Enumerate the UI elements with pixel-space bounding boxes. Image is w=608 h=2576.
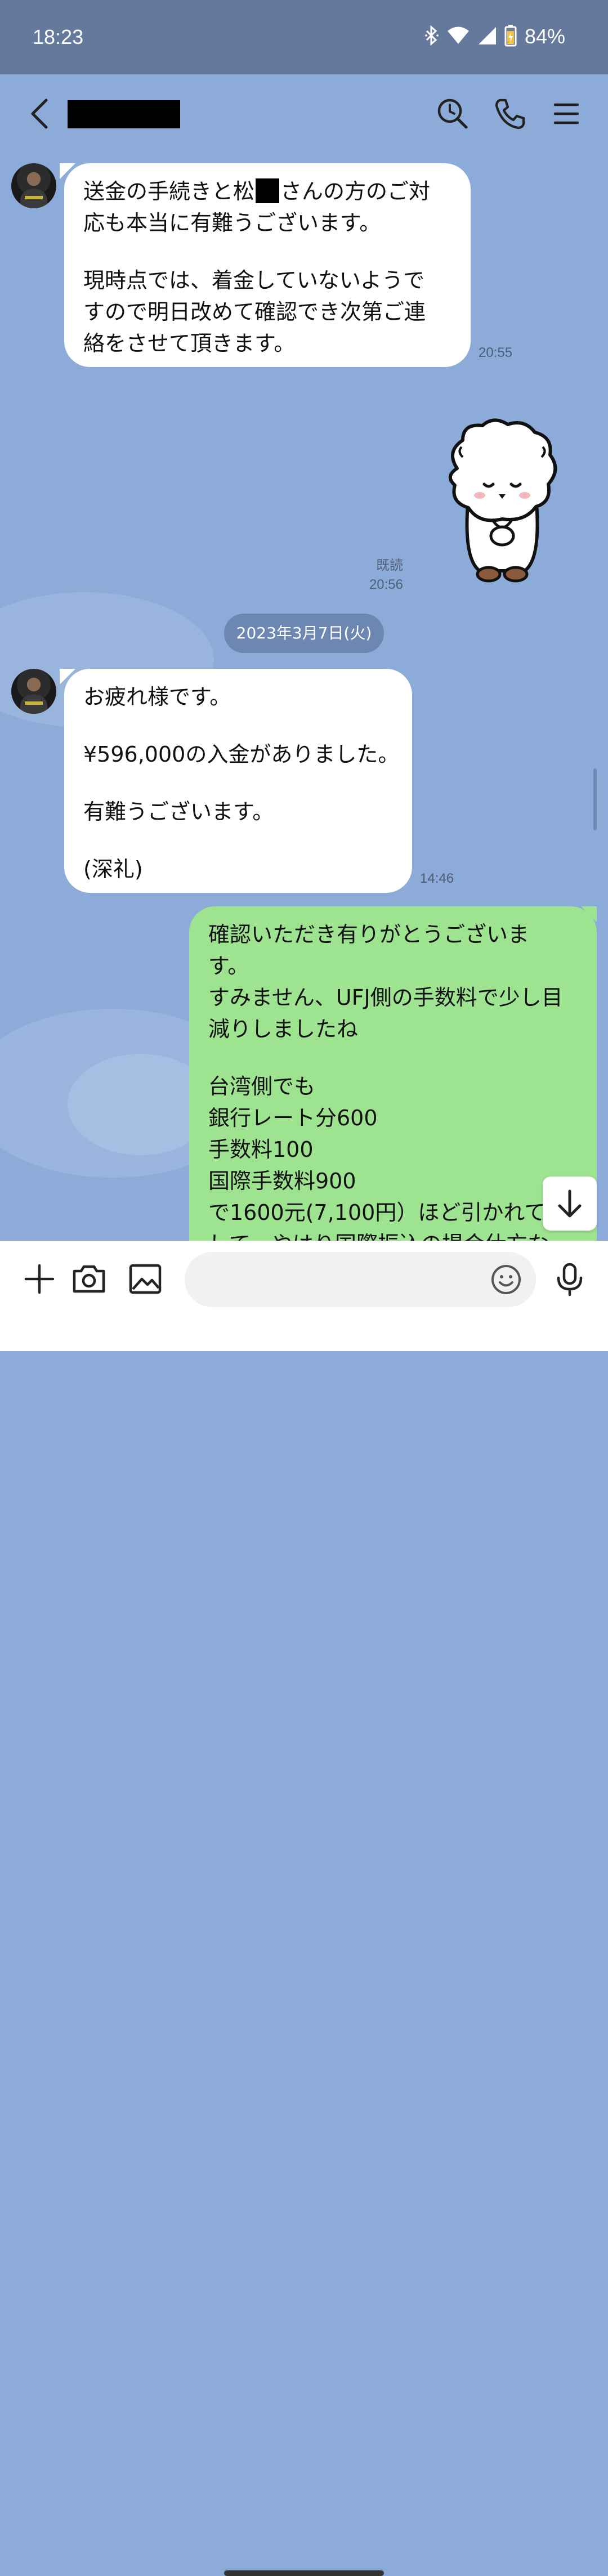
message-line: 手数料100 <box>208 1137 314 1162</box>
camera-icon <box>73 1265 105 1293</box>
sender-avatar[interactable] <box>11 163 56 208</box>
wifi-icon <box>447 26 470 47</box>
call-button[interactable] <box>492 96 528 132</box>
message-line: 台湾側でも <box>208 1074 316 1099</box>
date-separator: 2023年3月7日(火) <box>224 614 384 653</box>
scroll-to-bottom-button[interactable] <box>543 1177 597 1231</box>
message-bubble-incoming[interactable]: お疲れ様です。 ¥596,000の入金がありました。 有難うございます。 (深礼… <box>64 669 412 893</box>
message-line: 確認いただき有りがとうございま <box>208 922 530 947</box>
chat-header <box>0 74 608 153</box>
battery-percent: 84% <box>524 25 565 48</box>
search-icon <box>437 99 468 129</box>
message-line: すので明日改めて確認でき次第ご連 <box>83 299 426 324</box>
message-time: 20:56 <box>369 577 403 592</box>
emoji-icon <box>491 1265 521 1294</box>
message-line: して、やはり国際振込の場合仕方な <box>208 1228 578 1241</box>
message-input-bar <box>0 1241 608 2576</box>
camera-button[interactable] <box>71 1261 107 1297</box>
message-line: す。 <box>208 954 249 978</box>
message-line: すみません、UFJ側の手数料で少し目 <box>208 985 563 1010</box>
message-bubble-outgoing[interactable]: 確認いただき有りがとうございま す。 すみません、UFJ側の手数料で少し目 減り… <box>189 906 597 1241</box>
back-button[interactable] <box>25 97 59 131</box>
bowing-sheep-sticker[interactable] <box>440 418 564 587</box>
chat-area[interactable]: 送金の手続きと松 さんの方のご対 応も本当に有難うございます。 現時点では、着金し… <box>0 153 608 1241</box>
message-line: 銀行レート分600 <box>208 1106 378 1130</box>
read-label: 既読 <box>376 558 403 573</box>
bluetooth-icon <box>424 25 439 48</box>
menu-icon <box>553 103 579 124</box>
status-bar: 18:23 84% <box>0 0 608 74</box>
message-line: 絡をさせて頂きます。 <box>83 331 296 356</box>
phone-icon <box>495 99 525 129</box>
contact-name-redacted <box>68 100 180 128</box>
message-line: で1600元(7,100円）ほど引かれてま <box>208 1200 566 1225</box>
message-line: ¥596,000の入金がありました。 <box>83 742 400 767</box>
home-indicator[interactable] <box>224 2570 384 2576</box>
sender-avatar[interactable] <box>11 669 56 714</box>
message-line: 応も本当に有難うございます。 <box>83 211 381 235</box>
message-line: (深礼) <box>83 857 143 882</box>
voice-button[interactable] <box>552 1261 588 1297</box>
redacted-name <box>256 178 280 203</box>
message-time: 20:55 <box>479 345 513 360</box>
battery-charging-icon <box>504 24 517 49</box>
emoji-button[interactable] <box>490 1263 522 1296</box>
message-line: 減りしましたね <box>208 1017 359 1041</box>
scrollbar[interactable] <box>593 768 597 830</box>
message-line: 送金の手続きと松 さんの方のご対 <box>83 178 431 204</box>
message-time: 14:46 <box>420 871 454 886</box>
image-button[interactable] <box>127 1261 163 1297</box>
message-line: お疲れ様です。 <box>83 685 231 709</box>
add-button[interactable] <box>21 1261 57 1297</box>
read-receipt: 既読 20:56 <box>336 556 403 594</box>
microphone-icon <box>557 1263 583 1296</box>
message-bubble-incoming[interactable]: 送金の手続きと松 さんの方のご対 応も本当に有難うございます。 現時点では、着金し… <box>64 163 471 367</box>
image-icon <box>129 1264 162 1294</box>
arrow-down-icon <box>558 1189 582 1218</box>
menu-button[interactable] <box>548 96 584 132</box>
back-chevron-icon <box>31 99 48 129</box>
search-button[interactable] <box>435 96 471 132</box>
status-icons: 84% <box>424 23 565 51</box>
plus-icon <box>24 1264 55 1294</box>
cellular-signal-icon <box>477 26 497 47</box>
message-line: 現時点では、着金していないようで <box>83 268 425 293</box>
message-line: 国際手数料900 <box>208 1169 356 1193</box>
status-time: 18:23 <box>33 25 84 48</box>
message-input[interactable] <box>185 1252 536 1307</box>
message-line: 有難うございます。 <box>83 799 274 824</box>
